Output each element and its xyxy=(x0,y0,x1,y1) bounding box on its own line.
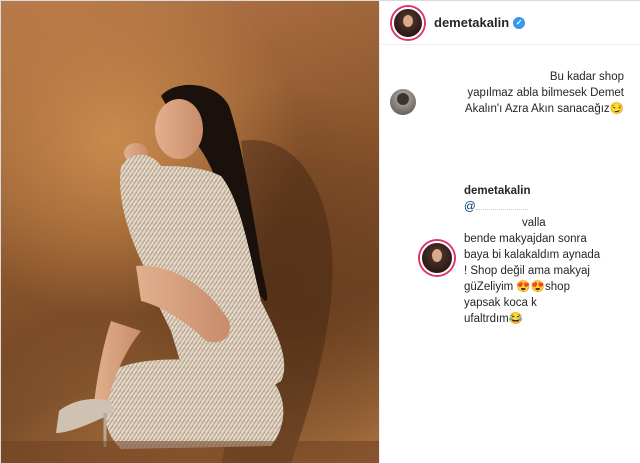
reply-author-avatar[interactable] xyxy=(420,241,454,275)
redacted-handle xyxy=(475,204,528,210)
author-avatar[interactable] xyxy=(392,6,424,39)
reply-mention[interactable]: @ xyxy=(464,199,600,215)
mention-symbol: @ xyxy=(464,201,476,213)
reply-line: yapsak koca k xyxy=(464,297,537,309)
comment-line: Akalın'ı Azra Akın sanacağız😏 xyxy=(464,103,624,115)
reply-line: güZeliyim 😍😍shop xyxy=(464,281,570,293)
reply-line: valla xyxy=(522,217,546,229)
comment-item: Bu kadar shop yapılmaz abla bilmesek Dem… xyxy=(390,69,632,117)
post-header: demetakalin ✓ xyxy=(380,1,640,45)
instagram-post: demetakalin ✓ Bu kadar shop yapılmaz abl… xyxy=(0,0,640,463)
author-username[interactable]: demetakalin xyxy=(434,15,509,30)
photo-illustration xyxy=(1,84,379,463)
commenter-avatar[interactable] xyxy=(390,89,416,115)
verified-check-icon: ✓ xyxy=(513,16,526,29)
reply-username[interactable]: demetakalin xyxy=(464,183,600,199)
comment-line: Bu kadar shop xyxy=(549,71,624,83)
reply-text: demetakalin @ valla bende makyajdan sonr… xyxy=(464,183,600,327)
reply-line: baya bi kalakaldım aynada xyxy=(464,249,601,261)
reply-line: bende makyajdan sonra xyxy=(464,233,587,245)
reply-line: ! Shop değil ama makyaj xyxy=(464,265,590,277)
reply-line: ufaltrdım😂 xyxy=(464,313,524,325)
comment-line: yapılmaz abla bilmesek Demet xyxy=(467,87,624,99)
comment-text: Bu kadar shop yapılmaz abla bilmesek Dem… xyxy=(424,69,624,117)
post-sidebar: demetakalin ✓ Bu kadar shop yapılmaz abl… xyxy=(379,1,640,463)
reply-item: demetakalin @ valla bende makyajdan sonr… xyxy=(420,183,630,327)
post-photo[interactable] xyxy=(1,1,379,463)
